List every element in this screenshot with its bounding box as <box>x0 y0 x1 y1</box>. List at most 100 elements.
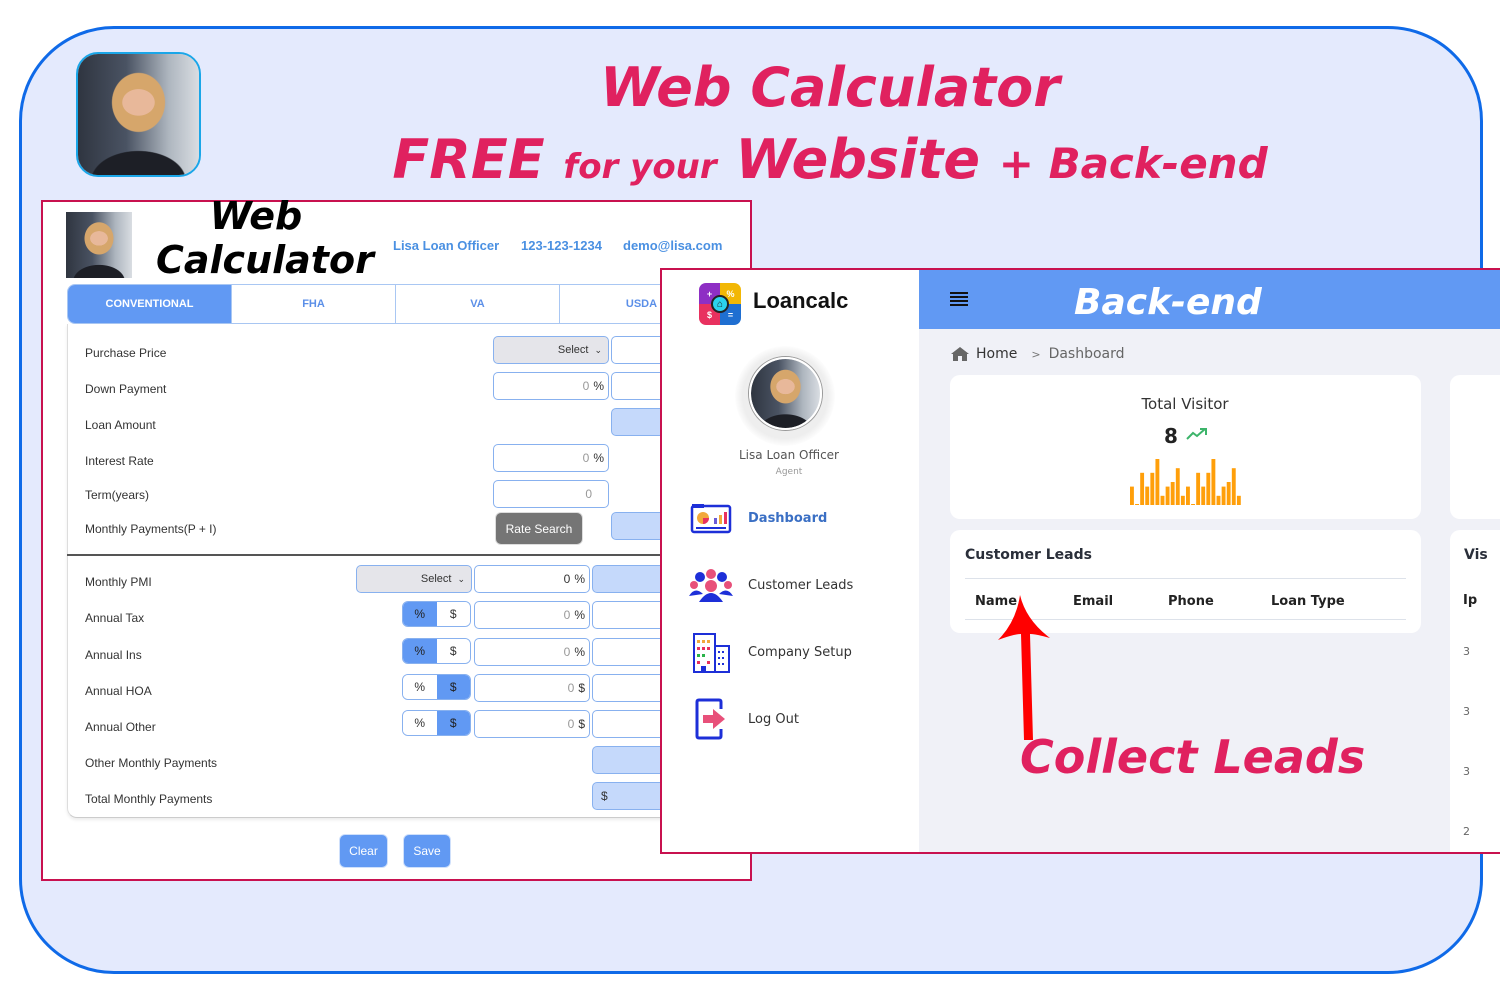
input-value: 0 <box>582 451 590 465</box>
annual-other-input[interactable]: 0 $ <box>474 710 590 738</box>
input-value: 0 <box>582 379 590 393</box>
spark-bar <box>1206 472 1211 505</box>
toggle-percent[interactable]: % <box>403 711 437 735</box>
spark-bar <box>1150 472 1155 505</box>
loancalc-logo: + % $ = ⌂ <box>699 283 741 325</box>
tab-va[interactable]: VA <box>396 285 560 323</box>
unit: % <box>574 645 585 659</box>
sidebar-item-logout[interactable]: Log Out <box>688 697 908 741</box>
collect-leads-annotation: Collect Leads <box>1020 730 1366 784</box>
save-button[interactable]: Save <box>403 834 451 868</box>
spark-bar <box>1201 486 1206 505</box>
purchase-price-select[interactable]: Select ⌄ <box>493 336 609 364</box>
toggle-percent[interactable]: % <box>403 675 437 699</box>
contact-name[interactable]: Lisa Loan Officer <box>393 238 499 253</box>
spark-bar <box>1186 486 1190 505</box>
menu-icon[interactable] <box>950 292 968 306</box>
toggle-percent[interactable]: % <box>403 639 437 663</box>
label-monthly-pmi: Monthly PMI <box>85 575 152 589</box>
nav-label: Log Out <box>748 711 799 727</box>
total-visitor-card: Total Visitor 8 <box>950 375 1421 519</box>
headline-line2: FREE for your Website + Back-end <box>0 122 1500 205</box>
down-payment-percent-input[interactable]: 0% <box>493 372 609 400</box>
term-input[interactable]: 0 <box>493 480 609 508</box>
calc-title-line1: Web <box>209 194 303 238</box>
spark-bar <box>1196 472 1201 505</box>
form-divider <box>67 554 707 556</box>
label-monthly-pi: Monthly Payments(P + I) <box>85 522 217 536</box>
sidebar-item-company-setup[interactable]: Company Setup <box>688 630 908 674</box>
visitor-card-title: Total Visitor <box>1141 395 1229 413</box>
brand-name: Loancalc <box>753 288 849 313</box>
header-title: Back-end <box>1074 282 1262 323</box>
annual-tax-input[interactable]: 0% <box>474 601 590 629</box>
toggle-dollar[interactable]: $ <box>436 602 470 626</box>
red-arrow-annotation <box>998 595 1050 740</box>
pmi-select[interactable]: Select ⌄ <box>356 565 472 593</box>
input-value: 0 <box>563 608 571 622</box>
visitor-sparkline <box>1130 459 1241 505</box>
label-annual-tax: Annual Tax <box>85 611 145 625</box>
headline-free: FREE <box>392 128 545 191</box>
spark-bar <box>1155 459 1160 505</box>
breadcrumb-home[interactable]: Home <box>976 346 1017 362</box>
tab-fha[interactable]: FHA <box>232 285 396 323</box>
spark-bar <box>1145 486 1150 505</box>
dashboard-icon <box>688 496 734 540</box>
interest-rate-input[interactable]: 0% <box>493 444 609 472</box>
col-phone[interactable]: Phone <box>1168 594 1214 609</box>
label-term: Term(years) <box>85 488 150 502</box>
spark-bar <box>1130 486 1134 505</box>
col-loan-type[interactable]: Loan Type <box>1271 594 1345 609</box>
calc-title: Web Calculator <box>156 194 374 282</box>
sidebar: + % $ = ⌂ Loancalc Lisa Loan Officer Age… <box>662 270 919 852</box>
clear-button[interactable]: Clear <box>339 834 388 868</box>
annual-hoa-unit-toggle: % $ <box>402 674 471 700</box>
toggle-dollar[interactable]: $ <box>436 711 470 735</box>
label-annual-hoa: Annual HOA <box>85 684 152 698</box>
label-other-monthly: Other Monthly Payments <box>85 756 218 770</box>
spark-bar <box>1211 459 1216 505</box>
headline-line1: Web Calculator <box>600 56 1060 119</box>
building-icon <box>688 630 734 674</box>
visitor-ip-cell: 3 <box>1463 705 1470 718</box>
visitors-title: Vis <box>1464 547 1488 563</box>
leads-divider <box>965 578 1406 579</box>
toggle-dollar[interactable]: $ <box>436 639 470 663</box>
visitor-ip-cell: 3 <box>1463 645 1470 658</box>
nav-label: Company Setup <box>748 644 852 660</box>
input-value: 0 <box>567 681 575 695</box>
col-email[interactable]: Email <box>1073 594 1113 609</box>
annual-ins-input[interactable]: 0% <box>474 638 590 666</box>
contact-email[interactable]: demo@lisa.com <box>623 238 722 253</box>
spark-bar <box>1170 482 1175 505</box>
chevron-down-icon: ⌄ <box>457 573 465 584</box>
spark-bar <box>1180 495 1185 505</box>
pmi-input[interactable]: 0% <box>474 565 590 593</box>
spark-bar <box>1135 504 1139 505</box>
tab-conventional[interactable]: CONVENTIONAL <box>68 285 232 323</box>
label-down-payment: Down Payment <box>85 382 167 396</box>
agent-photo <box>66 212 132 278</box>
annual-other-unit-toggle: % $ <box>402 710 471 736</box>
home-icon <box>951 347 969 361</box>
label-interest-rate: Interest Rate <box>85 454 154 468</box>
avatar[interactable] <box>749 357 822 430</box>
rate-search-button[interactable]: Rate Search <box>495 512 583 545</box>
top-header: Back-end <box>919 270 1500 329</box>
spark-bar <box>1221 486 1226 505</box>
contact-phone[interactable]: 123-123-1234 <box>521 238 602 253</box>
secondary-card <box>1450 375 1500 519</box>
unit: % <box>574 572 585 586</box>
unit: % <box>593 451 604 465</box>
annual-ins-unit-toggle: % $ <box>402 638 471 664</box>
unit: $ <box>578 681 585 695</box>
unit: $ <box>578 717 585 731</box>
annual-hoa-input[interactable]: 0 $ <box>474 674 590 702</box>
agent-photo <box>751 359 820 428</box>
sidebar-item-customer-leads[interactable]: Customer Leads <box>688 563 908 607</box>
toggle-percent[interactable]: % <box>403 602 437 626</box>
unit: % <box>593 379 604 393</box>
sidebar-item-dashboard[interactable]: Dashboard <box>688 496 908 540</box>
toggle-dollar[interactable]: $ <box>436 675 470 699</box>
